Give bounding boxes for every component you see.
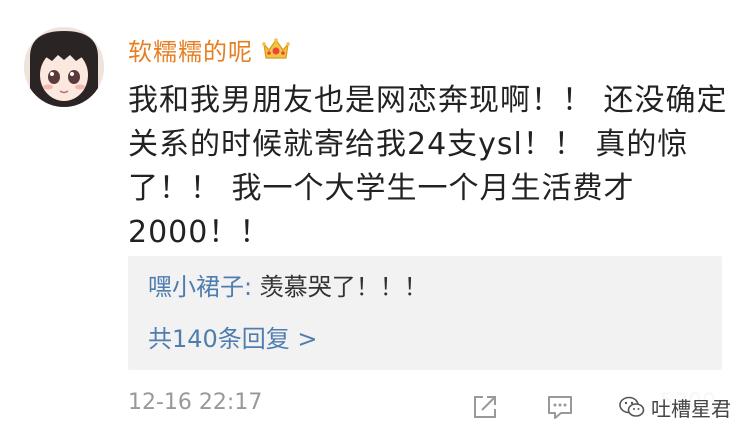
reply-text: 羡慕哭了！！！ — [252, 273, 428, 301]
comment-line: 了！！ 我一个大学生一个月生活费才 — [128, 171, 635, 206]
comment-card: 软糯糯的呢 我和我男朋友也是网恋奔现啊！！ 还没确定 关系的时候就寄给我24支y… — [0, 0, 750, 444]
username-row: 软糯糯的呢 — [128, 31, 291, 67]
wechat-icon — [619, 396, 645, 417]
avatar[interactable] — [24, 27, 104, 107]
reply-username[interactable]: 嘿小裙子: — [148, 273, 252, 301]
comment-line: 2000！！ — [128, 215, 271, 250]
comment-icon[interactable] — [545, 392, 575, 422]
view-replies-link[interactable]: 共140条回复 > — [148, 322, 318, 356]
username[interactable]: 软糯糯的呢 — [128, 32, 253, 67]
share-icon[interactable] — [470, 392, 500, 422]
timestamp: 12-16 22:17 — [128, 390, 263, 415]
comment-text: 我和我男朋友也是网恋奔现啊！！ 还没确定 关系的时候就寄给我24支ysl！！ 真… — [128, 79, 728, 255]
comment-line: 我和我男朋友也是网恋奔现啊！！ 还没确定 — [128, 83, 728, 118]
crown-icon — [261, 36, 291, 62]
reply-item: 嘿小裙子: 羡慕哭了！！！ — [148, 270, 428, 304]
avatar-image — [24, 27, 104, 107]
reply-box[interactable]: 嘿小裙子: 羡慕哭了！！！ 共140条回复 > — [128, 256, 722, 370]
watermark-text: 吐槽星君 — [651, 396, 731, 421]
watermark: 吐槽星君 — [615, 392, 737, 422]
comment-line: 关系的时候就寄给我24支ysl！！ 真的惊 — [128, 127, 689, 162]
